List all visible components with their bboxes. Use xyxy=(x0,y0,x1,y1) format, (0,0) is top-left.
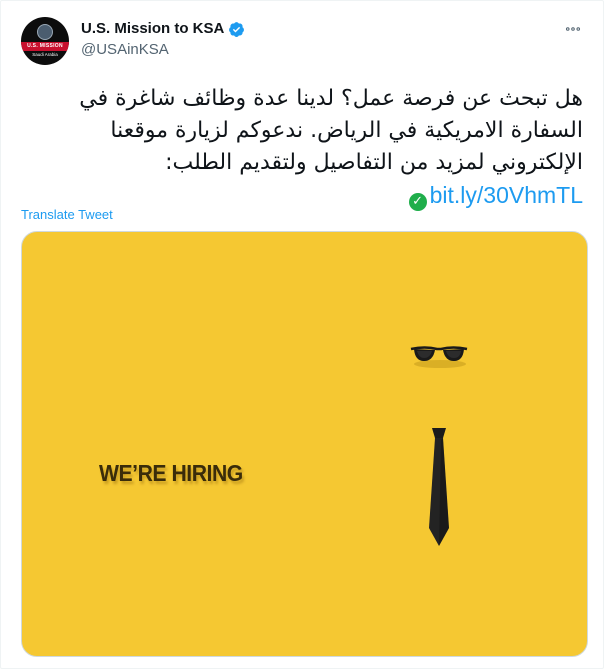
avatar-band-text: U.S. MISSION xyxy=(21,42,69,51)
tweet-media-image[interactable]: WE’RE HIRING xyxy=(21,231,588,657)
more-options-icon[interactable] xyxy=(561,17,585,41)
tweet-text: هل تبحث عن فرصة عمل؟ لدينا عدة وظائف شاغ… xyxy=(21,83,583,213)
were-hiring-headline: WE’RE HIRING xyxy=(99,460,243,486)
display-name-row[interactable]: U.S. Mission to KSA xyxy=(81,19,245,39)
translate-tweet-link[interactable]: Translate Tweet xyxy=(21,207,113,222)
glasses-icon xyxy=(410,346,468,368)
tweet-line-1: هل تبحث عن فرصة عمل؟ لدينا عدة وظائف شاغ… xyxy=(79,86,583,111)
tweet-line-2: السفارة الامريكية في الرياض. ندعوكم لزيا… xyxy=(110,118,583,143)
verified-badge-icon xyxy=(229,21,245,37)
author-names: U.S. Mission to KSA @USAinKSA xyxy=(81,19,245,60)
check-mark-emoji-icon: ✓ xyxy=(408,193,427,211)
display-name[interactable]: U.S. Mission to KSA xyxy=(81,19,224,39)
avatar-sub-text: Saudi Arabia xyxy=(32,52,58,57)
avatar[interactable]: U.S. MISSION Saudi Arabia xyxy=(21,17,69,65)
handle[interactable]: @USAinKSA xyxy=(81,40,245,60)
ellipsis-icon xyxy=(565,27,581,31)
necktie-icon xyxy=(429,428,449,546)
embassy-seal-icon xyxy=(37,24,53,40)
tweet-link[interactable]: bit.ly/30VhmTL xyxy=(430,182,583,208)
tweet-line-3: الإلكتروني لمزيد من التفاصيل ولتقديم الط… xyxy=(165,150,583,175)
tweet-header: U.S. MISSION Saudi Arabia U.S. Mission t… xyxy=(21,17,591,65)
tweet-card: U.S. MISSION Saudi Arabia U.S. Mission t… xyxy=(0,0,604,669)
